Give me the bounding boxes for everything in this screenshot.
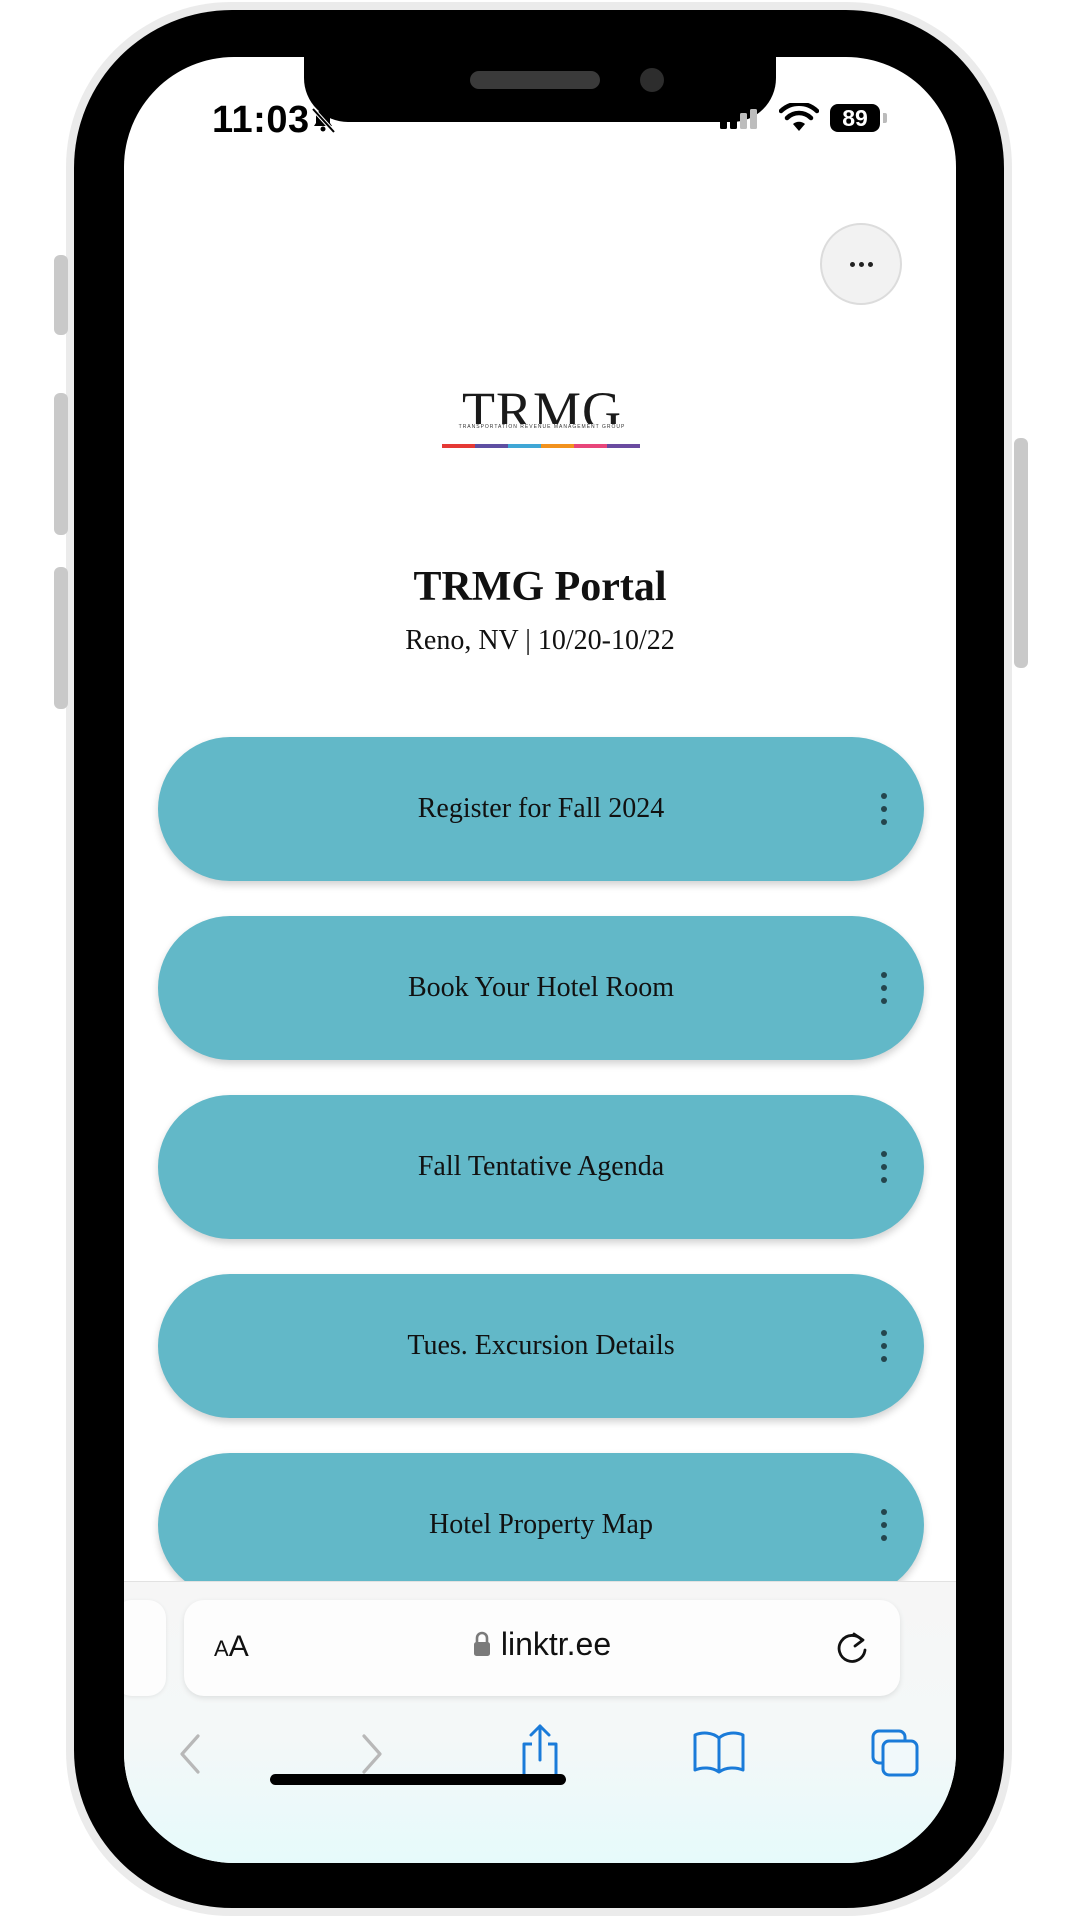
lock-icon — [473, 1631, 490, 1656]
screen: 11:03 89 TRMG TRANSPORTATION REVENUE MAN… — [124, 57, 956, 1863]
battery-tip — [883, 113, 887, 123]
kebab-icon[interactable] — [880, 972, 888, 1004]
page-subtitle: Reno, NV | 10/20-10/22 — [405, 625, 675, 656]
book-icon[interactable] — [692, 1728, 746, 1776]
link-label: Fall Tentative Agenda — [417, 1151, 665, 1182]
kebab-icon[interactable] — [880, 1509, 888, 1541]
link-label: Hotel Property Map — [429, 1509, 653, 1540]
previous-tab-peek[interactable] — [124, 1600, 166, 1696]
more-dots-icon — [849, 261, 873, 267]
link-label: Register for Fall 2024 — [417, 793, 665, 824]
link-fall-tentative-agenda[interactable]: Fall Tentative Agenda — [158, 1095, 924, 1239]
share-icon[interactable] — [518, 1722, 562, 1782]
speaker-grille — [470, 71, 600, 89]
url-text: linktr.ee — [500, 1626, 612, 1662]
front-camera — [640, 68, 664, 92]
power-button — [1014, 438, 1028, 668]
link-hotel-property-map[interactable]: Hotel Property Map — [158, 1453, 924, 1597]
safari-toolbar: AA linktr.ee — [124, 1581, 956, 1863]
status-time: 11:03 — [212, 99, 310, 141]
logo-tagline: TRANSPORTATION REVENUE MANAGEMENT GROUP — [448, 424, 636, 430]
wifi-icon — [779, 103, 819, 131]
chevron-right-icon[interactable] — [354, 1728, 390, 1780]
volume-down-button — [54, 567, 68, 709]
signal-icon — [720, 109, 757, 129]
link-register-fall-2024[interactable]: Register for Fall 2024 — [158, 737, 924, 881]
home-indicator[interactable] — [270, 1774, 566, 1785]
chevron-left-icon[interactable] — [172, 1728, 208, 1780]
page-title: TRMG Portal — [413, 564, 667, 610]
link-list: Register for Fall 2024 Book Your Hotel R… — [158, 737, 924, 1632]
link-label: Tues. Excursion Details — [407, 1330, 675, 1361]
mute-switch — [54, 255, 68, 335]
trmg-logo: TRMG TRANSPORTATION REVENUE MANAGEMENT G… — [442, 381, 642, 452]
url-display[interactable]: linktr.ee — [184, 1626, 900, 1663]
kebab-icon[interactable] — [880, 793, 888, 825]
bell-slash-icon — [311, 107, 336, 134]
tabs-icon[interactable] — [870, 1728, 920, 1778]
link-book-hotel-room[interactable]: Book Your Hotel Room — [158, 916, 924, 1060]
kebab-icon[interactable] — [880, 1330, 888, 1362]
volume-up-button — [54, 393, 68, 535]
link-label: Book Your Hotel Room — [407, 972, 675, 1003]
battery-indicator: 89 — [830, 104, 880, 132]
kebab-icon[interactable] — [880, 1151, 888, 1183]
logo-color-stripe — [442, 444, 640, 448]
logo-wordmark: TRMG — [461, 381, 622, 441]
more-options-button[interactable] — [820, 223, 902, 305]
reload-icon[interactable] — [832, 1628, 872, 1668]
notch — [304, 57, 776, 122]
browser-nav-row — [124, 1724, 956, 1798]
address-bar[interactable]: AA linktr.ee — [184, 1600, 900, 1696]
link-tues-excursion-details[interactable]: Tues. Excursion Details — [158, 1274, 924, 1418]
